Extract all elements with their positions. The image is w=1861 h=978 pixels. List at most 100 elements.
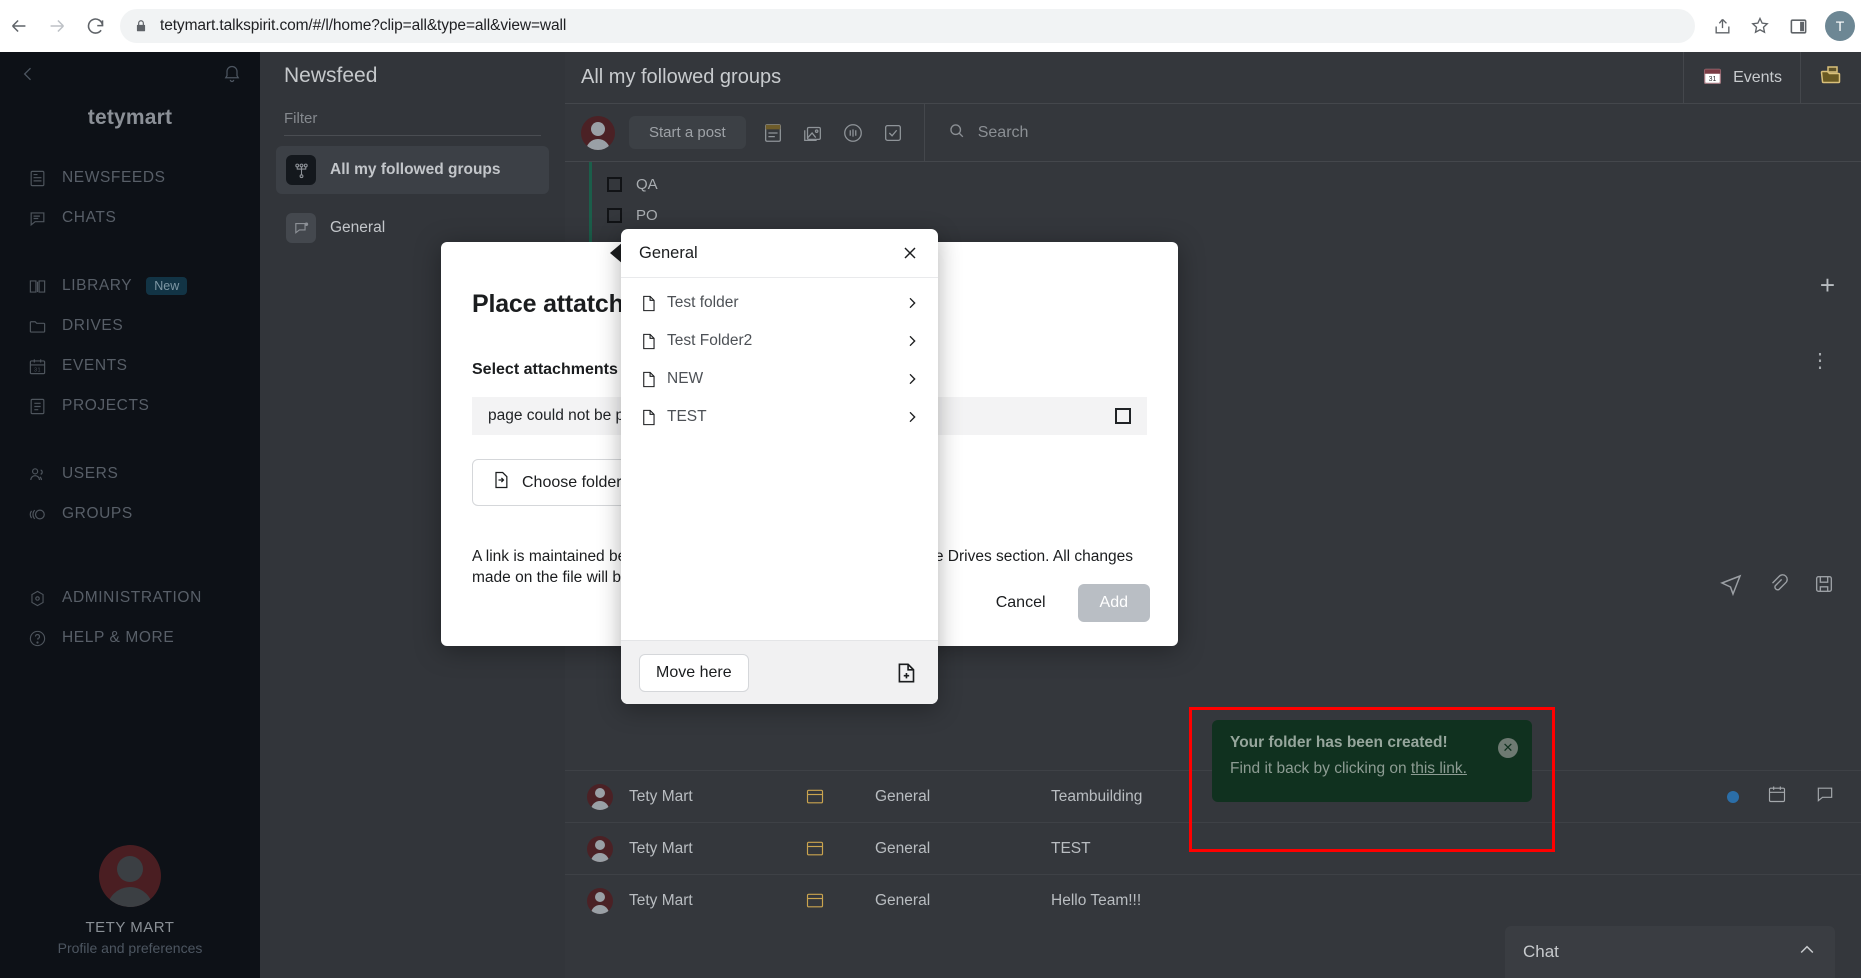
- choose-folder-button[interactable]: Choose folder: [472, 459, 641, 506]
- toast-title: Your folder has been created!: [1230, 734, 1448, 751]
- task-icon[interactable]: [880, 120, 906, 146]
- avatar[interactable]: [581, 115, 615, 150]
- sidebar-item-groups[interactable]: GROUPS: [0, 494, 260, 534]
- profile-initial: T: [1835, 18, 1845, 34]
- list-item[interactable]: Test Folder2: [621, 322, 938, 360]
- projects-icon: [26, 395, 48, 417]
- events-button[interactable]: 31 Events: [1683, 52, 1800, 104]
- group-icon: [286, 213, 316, 243]
- chevron-right-icon[interactable]: [904, 333, 920, 349]
- move-here-button[interactable]: Move here: [639, 653, 749, 692]
- chevron-up-icon[interactable]: [1797, 940, 1817, 965]
- table-row[interactable]: Tety Mart General Hello Team!!!: [565, 874, 1861, 926]
- close-icon[interactable]: ✕: [1498, 738, 1518, 758]
- new-folder-icon[interactable]: [894, 660, 920, 686]
- post-accent-bar: [589, 162, 592, 246]
- sidebar-top: [0, 52, 260, 84]
- article-icon[interactable]: [760, 120, 786, 146]
- back-arrow-icon[interactable]: [0, 7, 38, 45]
- avatar: [587, 887, 613, 914]
- folder-name: Test folder: [667, 294, 739, 311]
- composer-bar: Start a post Search: [565, 103, 1861, 162]
- forward-arrow-icon[interactable]: [38, 7, 76, 45]
- sidebar-item-library[interactable]: LIBRARY New: [0, 266, 260, 306]
- drives-button[interactable]: [1800, 52, 1861, 104]
- checkbox[interactable]: [1115, 408, 1131, 424]
- address-bar[interactable]: tetymart.talkspirit.com/#/l/home?clip=al…: [120, 9, 1695, 43]
- list-item[interactable]: TEST: [621, 398, 938, 436]
- send-icon[interactable]: [1719, 572, 1743, 601]
- side-panel-icon[interactable]: [1781, 9, 1815, 43]
- sidebar-item-administration[interactable]: ADMINISTRATION: [0, 578, 260, 618]
- filter-input[interactable]: Filter: [284, 110, 541, 136]
- start-post-input[interactable]: Start a post: [629, 116, 746, 149]
- avatar[interactable]: T: [1825, 11, 1855, 41]
- bell-icon[interactable]: [222, 64, 242, 84]
- calendar-icon[interactable]: [1767, 784, 1787, 809]
- poll-icon[interactable]: [840, 120, 866, 146]
- image-icon[interactable]: [800, 120, 826, 146]
- chevron-right-icon[interactable]: [904, 409, 920, 425]
- sidebar-item-label: ADMINISTRATION: [62, 589, 202, 606]
- svg-text:31: 31: [1709, 75, 1717, 82]
- sidebar-item-chats[interactable]: CHATS: [0, 198, 260, 238]
- add-icon[interactable]: +: [1820, 270, 1835, 301]
- folder-list[interactable]: Test folder Test Folder2 NEW TEST: [621, 278, 938, 640]
- svg-text:31: 31: [33, 367, 40, 373]
- sidebar-item-newsfeeds[interactable]: NEWSFEEDS: [0, 158, 260, 198]
- post-title: Hello Team!!!: [1051, 891, 1142, 909]
- comment-icon[interactable]: [1815, 784, 1835, 809]
- lock-icon: [134, 19, 148, 33]
- checklist-item[interactable]: QA: [565, 162, 1861, 200]
- sidebar-item-events[interactable]: 31 EVENTS: [0, 346, 260, 386]
- folder-name: Test Folder2: [667, 332, 753, 349]
- star-icon[interactable]: [1743, 9, 1777, 43]
- search-bar[interactable]: Search: [923, 103, 1861, 162]
- avatar[interactable]: [99, 845, 161, 907]
- sidebar-group-2: LIBRARY New DRIVES 31 EVENTS PROJECTS: [0, 266, 260, 426]
- save-draft-icon[interactable]: [1813, 573, 1835, 600]
- checkbox[interactable]: [607, 208, 622, 223]
- sidebar-item-users[interactable]: USERS: [0, 454, 260, 494]
- attachment-icon[interactable]: [1767, 573, 1789, 600]
- checklist-item[interactable]: PO: [565, 200, 1861, 231]
- chat-icon: [26, 207, 48, 229]
- left-sidebar: tetymart NEWSFEEDS CHATS LIBRARY New DRI…: [0, 52, 260, 978]
- sidebar-item-label: GROUPS: [62, 505, 133, 522]
- search-input[interactable]: Search: [978, 124, 1029, 142]
- sidebar-item-help[interactable]: HELP & MORE: [0, 618, 260, 658]
- newsfeed-icon: [26, 167, 48, 189]
- url-text: tetymart.talkspirit.com/#/l/home?clip=al…: [160, 17, 567, 34]
- toast-link[interactable]: this link.: [1411, 760, 1467, 777]
- checkbox[interactable]: [607, 177, 622, 192]
- chevron-right-icon[interactable]: [904, 295, 920, 311]
- profile-subtitle[interactable]: Profile and preferences: [0, 940, 260, 956]
- composer-left: Start a post: [565, 115, 906, 150]
- chevron-right-icon[interactable]: [904, 371, 920, 387]
- folder-name: TEST: [667, 408, 707, 425]
- profile-section[interactable]: TETY MART Profile and preferences: [0, 845, 260, 956]
- move-to-folder-icon: [491, 470, 511, 495]
- sidebar-item-all-followed-groups[interactable]: All my followed groups: [276, 146, 549, 194]
- attachment-name: page could not be p: [488, 407, 625, 424]
- folder-icon: [1819, 63, 1843, 92]
- reload-icon[interactable]: [76, 7, 114, 45]
- sidebar-group-4: ADMINISTRATION HELP & MORE: [0, 578, 260, 658]
- sidebar-item-drives[interactable]: DRIVES: [0, 306, 260, 346]
- checklist-label: QA: [636, 176, 658, 193]
- events-label: Events: [1733, 68, 1782, 86]
- more-options-icon[interactable]: ⋮: [1810, 348, 1831, 373]
- list-item[interactable]: Test folder: [621, 284, 938, 322]
- chat-bar[interactable]: Chat: [1505, 926, 1835, 978]
- toast-body: Find it back by clicking on this link.: [1230, 760, 1514, 778]
- sidebar-item-projects[interactable]: PROJECTS: [0, 386, 260, 426]
- list-item[interactable]: NEW: [621, 360, 938, 398]
- sidebar-item-label: HELP & MORE: [62, 629, 175, 646]
- cancel-button[interactable]: Cancel: [986, 586, 1056, 620]
- share-icon[interactable]: [1705, 9, 1739, 43]
- close-icon[interactable]: [900, 243, 920, 263]
- chevron-left-icon[interactable]: [18, 64, 38, 84]
- post-group: General: [875, 839, 931, 857]
- add-button[interactable]: Add: [1077, 584, 1150, 622]
- reply-toolbar: [1719, 572, 1835, 601]
